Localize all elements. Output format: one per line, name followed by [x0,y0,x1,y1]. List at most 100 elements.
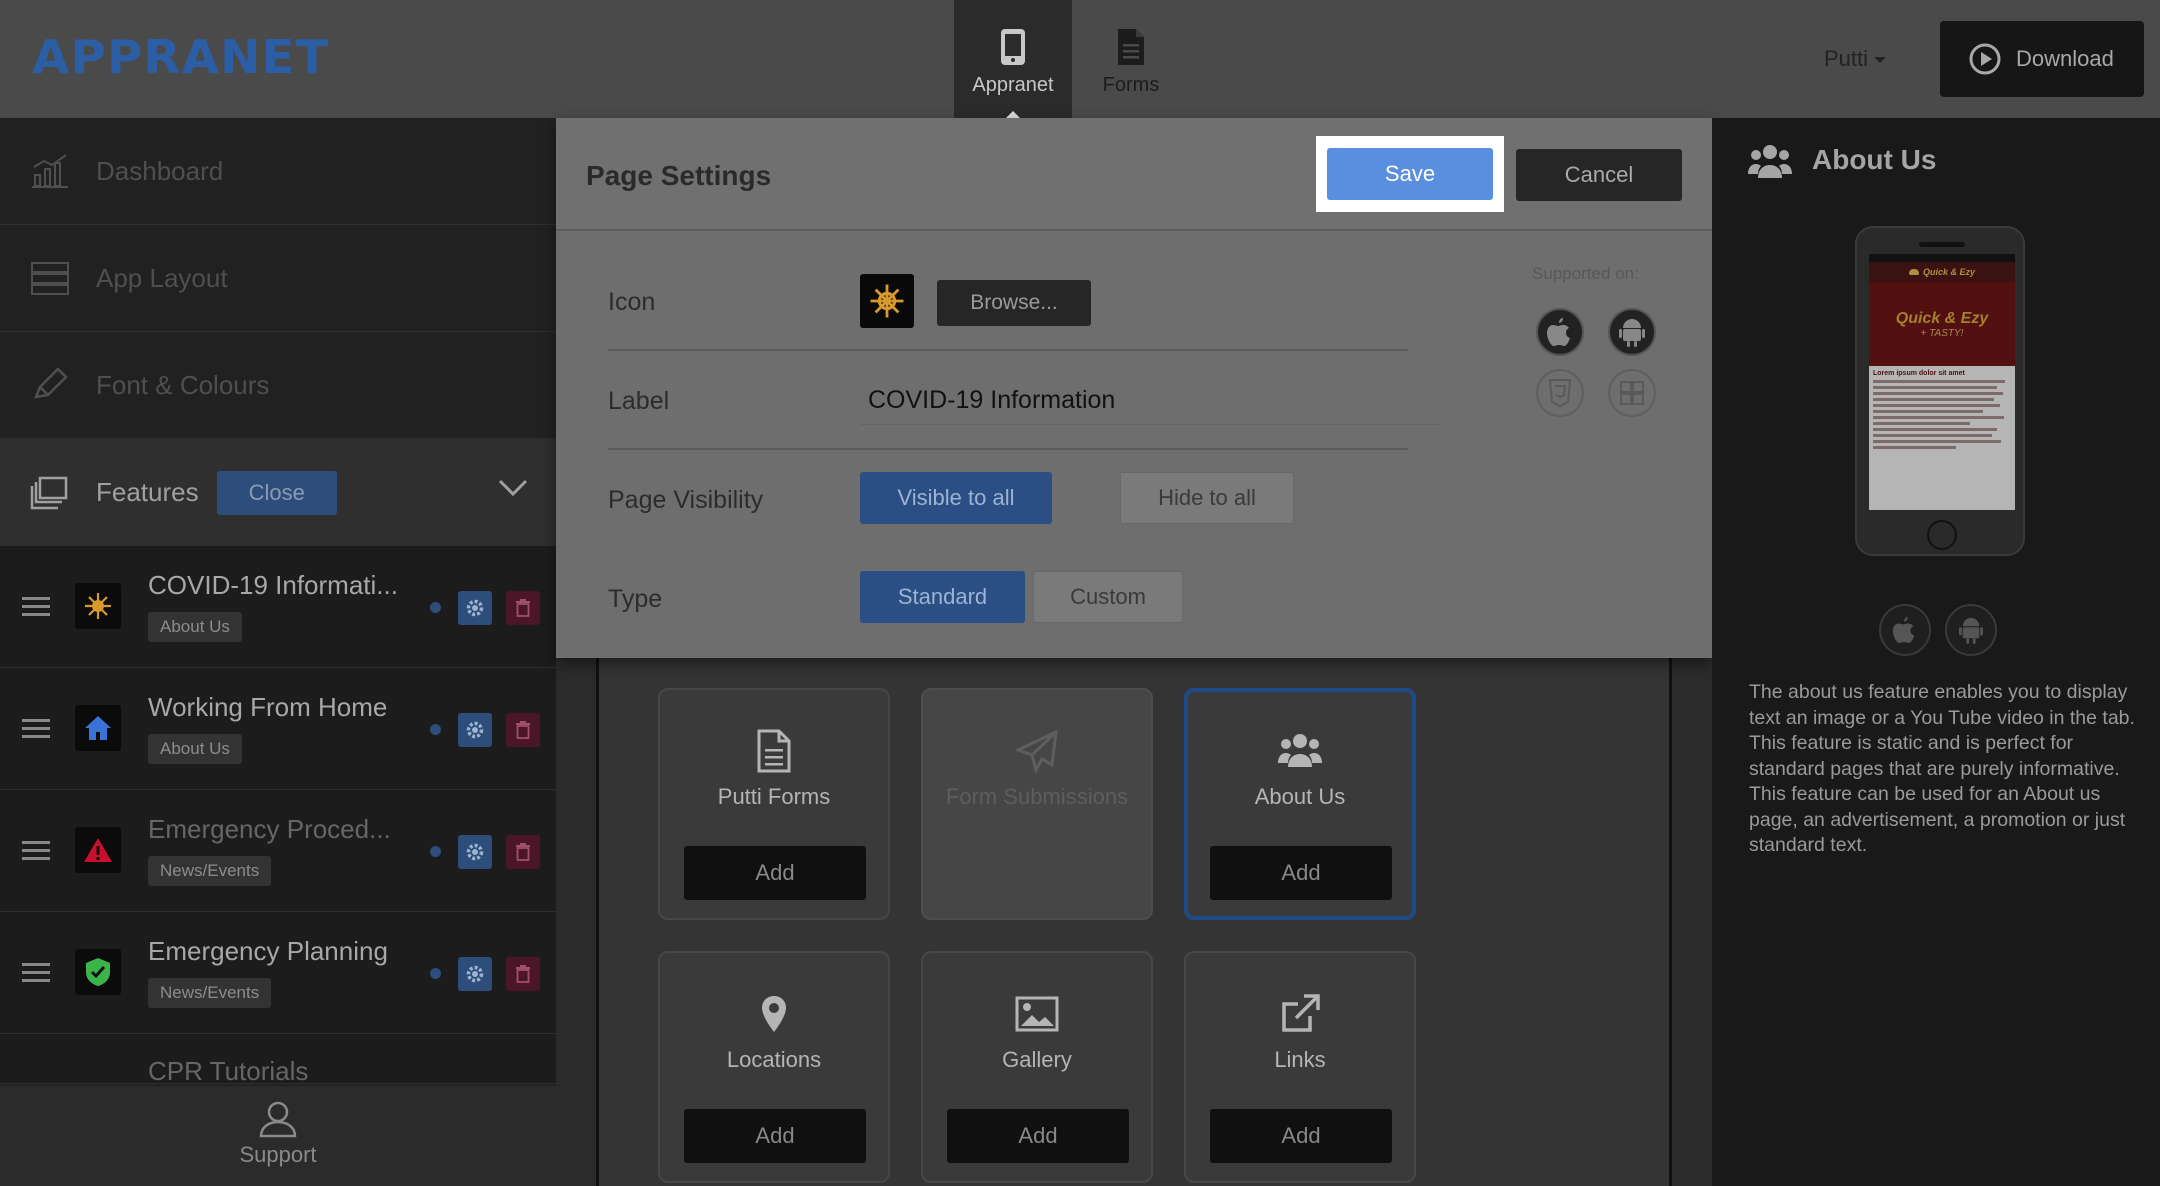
gear-icon [466,843,484,861]
windows-icon [1608,369,1656,417]
features-header[interactable]: Features Close [0,439,556,546]
feature-tag: About Us [148,612,242,642]
home-icon [75,705,121,751]
drag-handle-icon[interactable] [22,962,50,984]
app-hero-title: Quick & Ezy [1895,310,1989,327]
add-button[interactable]: Add [684,846,866,900]
standard-option[interactable]: Standard [860,571,1025,623]
feature-title: Emergency Proced... [148,814,391,844]
card-name: Form Submissions [945,784,1129,809]
layout-icon [31,262,69,295]
app-name: Quick & Ezy [1922,267,1976,277]
page-settings-modal: Page Settings Save Cancel Icon Browse...… [556,118,1712,658]
settings-button[interactable] [458,591,492,625]
save-button[interactable]: Save [1327,148,1493,200]
icon-row: Icon Browse... [608,252,1408,351]
card-name: Links [1274,1047,1326,1072]
image-icon [1015,996,1059,1032]
app-nav-bar: Quick & Ezy [1869,262,2015,282]
apple-icon [1536,308,1584,356]
app-body-text: Lorem ipsum dolor sit amet [1869,366,2015,456]
custom-option[interactable]: Custom [1033,571,1183,623]
feature-card-gallery[interactable]: Gallery Add [921,951,1153,1183]
external-link-icon [1282,994,1320,1032]
tab-appranet[interactable]: Appranet [954,0,1072,119]
warning-icon [75,827,121,873]
feature-title: Emergency Planning [148,936,388,966]
feature-card-putti-forms[interactable]: Putti Forms Add [658,688,890,920]
modal-title: Page Settings [586,160,772,191]
stack-icon [30,476,68,509]
cancel-button[interactable]: Cancel [1516,149,1682,201]
shield-check-icon [75,949,121,995]
feature-title: Working From Home [148,692,388,722]
label-row: Label [608,351,1440,450]
app-hero: Quick & Ezy + TASTY! [1869,282,2015,366]
sidebar: Dashboard App Layout Font & Colours Feat… [0,118,556,1186]
save-button-highlight: Save [1316,136,1504,212]
paper-plane-icon [1016,729,1058,774]
drag-handle-icon[interactable] [22,718,50,740]
app-logo[interactable]: APPRANET [32,30,330,84]
card-name: About Us [1254,784,1346,809]
feature-card-locations[interactable]: Locations Add [658,951,890,1183]
hide-to-all-option[interactable]: Hide to all [1120,472,1294,524]
feature-row-covid[interactable]: COVID-19 Informati... About Us [0,546,556,668]
preview-title: About Us [1812,144,1937,175]
sidebar-item-dashboard[interactable]: Dashboard [0,118,556,225]
trash-icon [516,965,530,983]
phone-home-button [1927,520,1957,550]
add-button[interactable]: Add [1210,1109,1392,1163]
sidebar-item-label: Font & Colours [96,369,270,400]
features-label: Features [96,477,199,507]
supported-on-label: Supported on: [1532,264,1639,283]
drag-handle-icon[interactable] [22,840,50,862]
add-button[interactable]: Add [684,1109,866,1163]
settings-button[interactable] [458,957,492,991]
map-pin-icon [762,996,786,1032]
delete-button[interactable] [506,591,540,625]
feature-row-wfh[interactable]: Working From Home About Us [0,668,556,790]
app-hero-tagline: + TASTY! [1920,328,1964,339]
delete-button[interactable] [506,713,540,747]
settings-button[interactable] [458,835,492,869]
label-label: Label [608,387,670,415]
feature-card-links[interactable]: Links Add [1184,951,1416,1183]
feature-tag: About Us [148,734,242,764]
add-button[interactable]: Add [1210,846,1392,900]
people-icon [1278,734,1322,767]
phone-screen: Quick & Ezy Quick & Ezy + TASTY! Lorem i… [1869,254,2015,510]
sidebar-item-app-layout[interactable]: App Layout [0,225,556,332]
browse-button[interactable]: Browse... [937,280,1091,326]
sidebar-item-font-colours[interactable]: Font & Colours [0,332,556,439]
trash-icon [516,599,530,617]
feature-row-emergency-planning[interactable]: Emergency Planning News/Events [0,912,556,1034]
card-name: Putti Forms [717,784,831,809]
tab-forms[interactable]: Forms [1072,0,1190,118]
settings-button[interactable] [458,713,492,747]
feature-tag: News/Events [148,978,272,1008]
android-icon[interactable] [1945,604,1997,656]
user-name: Putti [1824,46,1869,71]
delete-button[interactable] [506,835,540,869]
support-link[interactable]: Support [0,1086,556,1186]
visible-to-all-option[interactable]: Visible to all [860,472,1052,524]
pencil-icon [34,367,68,399]
add-button[interactable]: Add [947,1109,1129,1163]
type-label: Type [608,585,663,613]
delete-button[interactable] [506,957,540,991]
feature-card-about-us[interactable]: About Us Add [1184,688,1416,920]
chevron-down-icon[interactable] [498,479,528,497]
drag-handle-icon[interactable] [22,596,50,618]
feature-row-emergency-procedures[interactable]: Emergency Proced... News/Events [0,790,556,912]
user-icon [259,1101,297,1138]
close-features-button[interactable]: Close [216,470,337,515]
apple-icon[interactable] [1879,604,1931,656]
label-input[interactable] [860,377,1440,425]
document-icon [757,729,791,773]
virus-icon [860,274,914,328]
feature-row-cpr[interactable]: CPR Tutorials [0,1034,556,1086]
download-button[interactable]: Download [1940,21,2144,97]
user-menu[interactable]: Putti [1824,46,1887,72]
bar-chart-icon [32,154,68,188]
